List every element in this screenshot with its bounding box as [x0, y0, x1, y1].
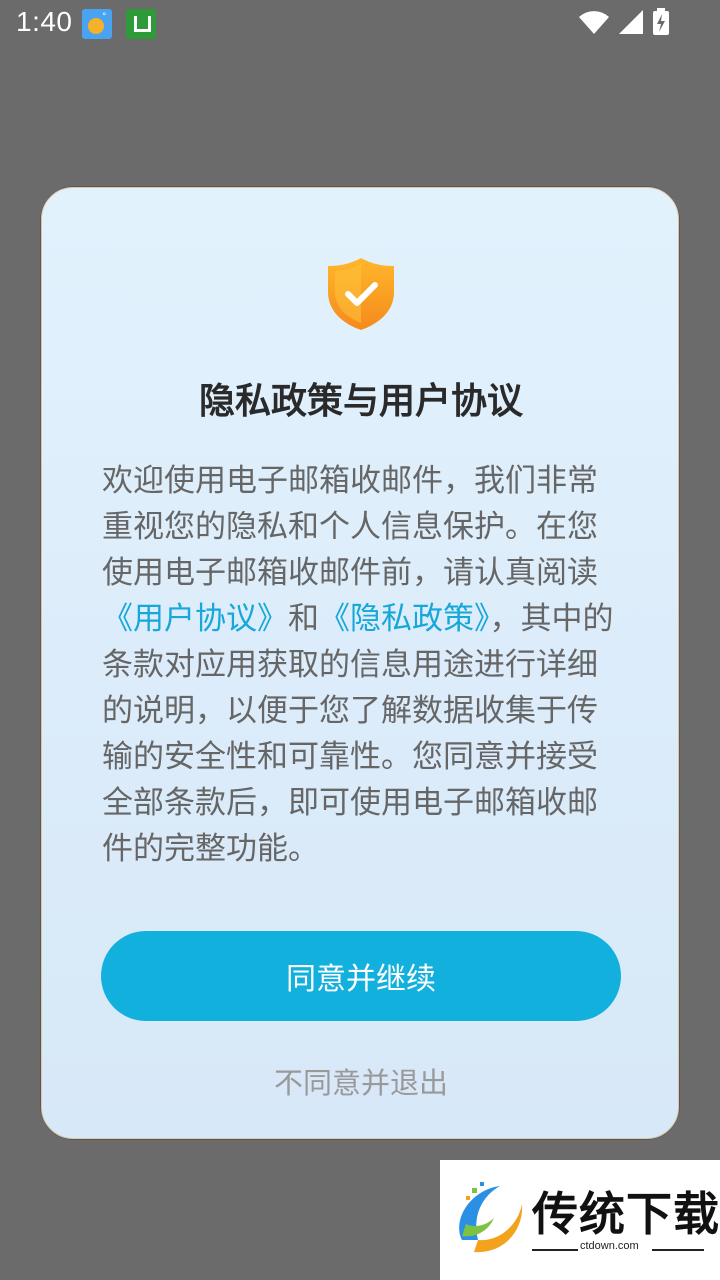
weather-icon: ° [82, 9, 112, 39]
dialog-title: 隐私政策与用户协议 [198, 381, 523, 422]
svg-text:°: ° [102, 12, 107, 22]
app-notification-icon [126, 9, 156, 39]
status-bar: 1:40 ° [0, 0, 720, 48]
status-time: 1:40 [16, 6, 73, 37]
privacy-dialog: 隐私政策与用户协议 欢迎使用电子邮箱收邮件，我们非常重视您的隐私和个人信息保护。… [41, 187, 679, 1139]
agree-continue-button[interactable]: 同意并继续 [101, 931, 621, 1021]
watermark-divider-left [532, 1249, 578, 1251]
watermark-url: ctdown.com [580, 1240, 639, 1252]
status-icons [578, 8, 670, 40]
body-text-and: 和 [288, 601, 319, 637]
battery-charging-icon [652, 8, 670, 40]
wifi-icon [578, 9, 610, 39]
shield-check-icon [326, 256, 396, 332]
body-text-intro: 欢迎使用电子邮箱收邮件，我们非常重视您的隐私和个人信息保护。在您使用电子邮箱收邮… [102, 463, 598, 591]
signal-icon [618, 9, 644, 39]
watermark-title: 传统下载 [532, 1187, 720, 1241]
body-text-details: ，其中的条款对应用获取的信息用途进行详细的说明，以便于您了解数据收集于传输的安全… [102, 601, 614, 867]
privacy-policy-link[interactable]: 《隐私政策》 [319, 601, 490, 637]
user-agreement-link[interactable]: 《用户协议》 [102, 601, 288, 637]
dialog-body: 欢迎使用电子邮箱收邮件，我们非常重视您的隐私和个人信息保护。在您使用电子邮箱收邮… [102, 458, 622, 872]
watermark-divider-right [652, 1249, 704, 1251]
decline-exit-button[interactable]: 不同意并退出 [42, 1060, 680, 1102]
watermark-logo-icon [452, 1180, 528, 1260]
watermark: 传统下载 ctdown.com [440, 1160, 720, 1280]
